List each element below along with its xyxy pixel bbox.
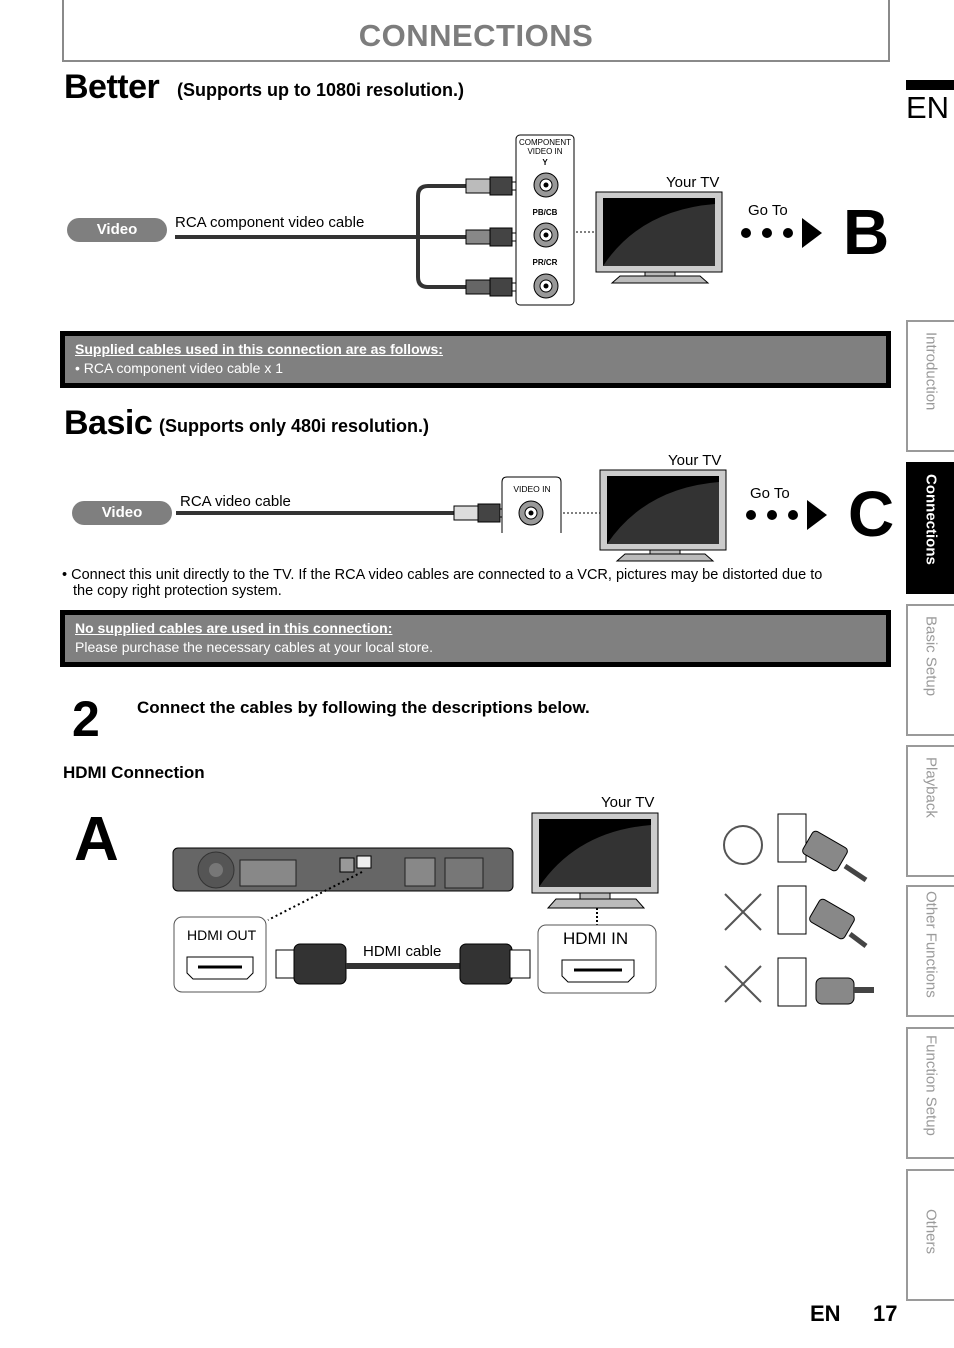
step-text: Connect the cables by following the desc… [137,698,590,717]
tv-icon [595,191,723,284]
goto-label: Go To [748,202,788,219]
page-number: 17 [873,1301,898,1326]
tab-label: Others [922,1209,940,1255]
panel-label-line-1: COMPONENT [519,138,571,147]
basic-title: Basic [64,404,153,442]
tab-label: Function Setup [922,1035,940,1136]
your-tv-label: Your TV [668,452,722,469]
correct-circle-icon [723,825,763,865]
hdmi-diagram [172,812,874,1007]
jack-label-pb: PB/CB [532,208,558,217]
tab-label: Connections [922,474,940,565]
jack-label-pr: PR/CR [532,258,558,267]
note-title: No supplied cables are used in this conn… [75,620,393,636]
goto-label: Go To [750,485,790,502]
hdmi-cable-label: HDMI cable [363,943,442,960]
tab-connections[interactable]: Connections [906,462,954,594]
jack-label-y: Y [542,158,548,167]
hdmi-out-label: HDMI OUT [187,927,257,943]
basic-subtitle: (Supports only 480i resolution.) [159,416,430,436]
tab-other-functions[interactable]: Other Functions [906,885,954,1017]
no-supplied-cables-note: No supplied cables are used in this conn… [60,610,891,667]
composite-diagram [176,469,827,562]
bullet-line-2: the copy right protection system. [73,583,282,599]
step-number: 2 [72,691,100,747]
copy-protection-note: • Connect this unit directly to the TV. … [62,567,882,599]
tab-others[interactable]: Others [906,1169,954,1301]
tab-label: Basic Setup [922,616,940,697]
tab-playback[interactable]: Playback [906,745,954,877]
tab-function-setup[interactable]: Function Setup [906,1027,954,1159]
hdmi-plug-example-icon [777,813,874,1007]
note-line: Please purchase the necessary cables at … [75,639,433,655]
language-bar [906,80,954,90]
footer-language: EN [810,1301,841,1326]
incorrect-cross-icon [724,965,762,1003]
note-title: Supplied cables used in this connection … [75,341,443,357]
your-tv-label: Your TV [666,174,720,191]
note-line: • RCA component video cable x 1 [75,360,284,376]
goto-target-letter: C [848,478,895,550]
tab-basic-setup[interactable]: Basic Setup [906,604,954,736]
incorrect-cross-icon [724,893,762,931]
goto-target-letter: B [843,196,890,268]
language-label: EN [906,90,950,125]
tv-icon [531,812,659,909]
tab-label: Other Functions [922,891,940,998]
component-panel-label: COMPONENT VIDEO IN [518,138,572,156]
goto-arrow-icon [741,218,822,248]
component-cable [175,184,470,289]
tab-label: Introduction [922,332,940,411]
component-diagram [175,134,822,306]
component-jacks [533,172,559,299]
video-in-label: VIDEO IN [513,484,551,494]
player-rear-panel-icon [172,847,514,892]
hdmi-heading: HDMI Connection [63,763,205,782]
bullet-line-1: • Connect this unit directly to the TV. … [62,567,823,583]
hdmi-in-label: HDMI IN [563,929,629,948]
supplied-cables-note: Supplied cables used in this connection … [60,331,891,388]
goto-arrow-icon [746,500,827,530]
your-tv-label: Your TV [601,794,655,811]
panel-label-line-2: VIDEO IN [527,147,563,156]
tv-icon [599,469,727,562]
tab-label: Playback [922,757,940,818]
tab-introduction[interactable]: Introduction [906,320,954,452]
